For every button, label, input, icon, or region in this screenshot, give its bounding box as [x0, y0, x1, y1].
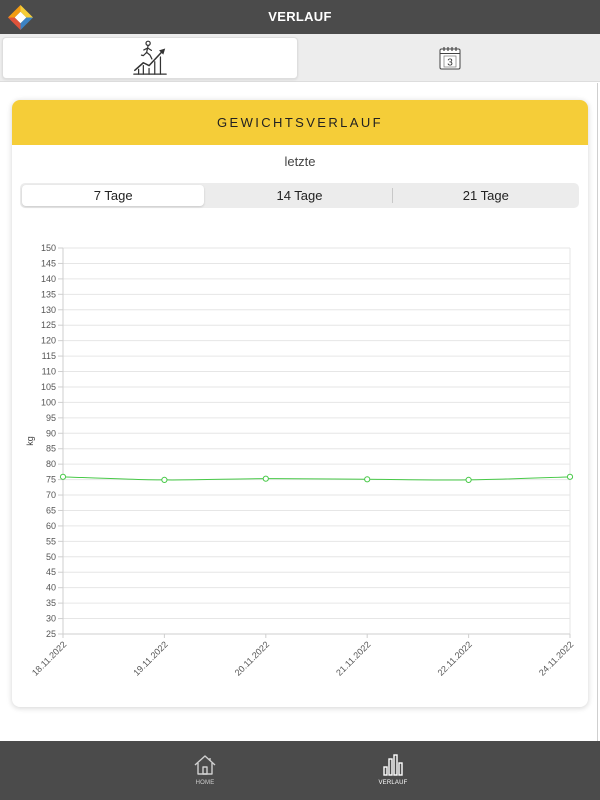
view-tab-bar: 3 [0, 34, 600, 82]
y-tick-label: 120 [41, 336, 56, 346]
y-tick-label: 75 [46, 475, 56, 485]
app-logo-icon[interactable] [7, 4, 34, 31]
y-tick-label: 150 [41, 243, 56, 253]
y-tick-label: 130 [41, 305, 56, 315]
period-option-label: 21 Tage [462, 188, 509, 203]
x-tick-label: 22.11.2022 [436, 639, 474, 677]
y-tick-label: 30 [46, 614, 56, 624]
y-tick-label: 105 [41, 382, 56, 392]
period-selector: 7 Tage 14 Tage 21 Tage [20, 183, 579, 208]
nav-verlauf[interactable]: VERLAUF [353, 753, 433, 786]
y-tick-label: 45 [46, 567, 56, 577]
nav-home[interactable]: HOME [165, 753, 245, 786]
calendar-icon: 3 [439, 47, 461, 70]
y-tick-label: 35 [46, 598, 56, 608]
y-tick-label: 25 [46, 629, 56, 639]
y-tick-label: 135 [41, 289, 56, 299]
period-option-7[interactable]: 7 Tage [20, 183, 206, 208]
data-point [364, 476, 371, 483]
y-tick-label: 80 [46, 459, 56, 469]
y-tick-label: 100 [41, 397, 56, 407]
y-tick-label: 145 [41, 258, 56, 268]
weight-chart: 25 30 35 40 45 50 55 60 65 70 75 80 85 90 95 100 105 110 1… [25, 243, 575, 678]
bar-chart-icon [383, 754, 403, 776]
bottom-navigation: HOME VERLAUF [0, 741, 600, 800]
y-tick-label: 95 [46, 413, 56, 423]
y-tick-label: 55 [46, 536, 56, 546]
data-point [59, 473, 67, 480]
x-tick-label: 19.11.2022 [131, 639, 169, 677]
y-tick-label: 140 [41, 274, 56, 284]
y-tick-label: 70 [46, 490, 56, 500]
x-tick-label: 20.11.2022 [233, 639, 271, 677]
period-option-label: 14 Tage [276, 188, 323, 203]
home-icon [194, 755, 216, 775]
tab-calendar[interactable]: 3 [300, 37, 600, 79]
weight-history-card: GEWICHTSVERLAUF letzte 7 Tage 14 Tage 21… [12, 100, 588, 707]
y-axis-label: kg [25, 436, 35, 446]
segment-divider [392, 188, 393, 203]
nav-verlauf-label: VERLAUF [378, 780, 408, 786]
y-tick-label: 50 [46, 552, 56, 562]
scrollbar[interactable] [597, 83, 598, 741]
data-point [465, 476, 472, 484]
period-option-21[interactable]: 21 Tage [393, 183, 579, 208]
data-point [566, 473, 574, 480]
period-option-label: 7 Tage [22, 185, 205, 206]
y-tick-label: 60 [46, 521, 56, 531]
y-tick-label: 90 [46, 428, 56, 438]
x-tick-label: 24.11.2022 [537, 639, 575, 677]
card-title: GEWICHTSVERLAUF [12, 100, 588, 145]
stairs-progress-icon [133, 40, 167, 75]
data-point [161, 476, 168, 484]
x-tick-label: 18.11.2022 [30, 639, 68, 677]
x-tick-label: 21.11.2022 [334, 639, 372, 677]
y-tick-label: 65 [46, 505, 56, 515]
y-tick-label: 125 [41, 320, 56, 330]
y-tick-label: 115 [42, 351, 56, 361]
y-tick-label: 40 [46, 583, 56, 593]
y-tick-label: 110 [42, 367, 56, 377]
top-app-bar: VERLAUF [0, 0, 600, 34]
period-caption: letzte [284, 154, 316, 169]
tab-progress[interactable] [2, 37, 298, 79]
period-option-14[interactable]: 14 Tage [206, 183, 392, 208]
nav-home-label: HOME [195, 780, 215, 786]
data-point [262, 475, 269, 482]
calendar-day-number: 3 [447, 58, 453, 69]
page-title: VERLAUF [268, 9, 332, 24]
y-tick-label: 85 [46, 444, 56, 454]
